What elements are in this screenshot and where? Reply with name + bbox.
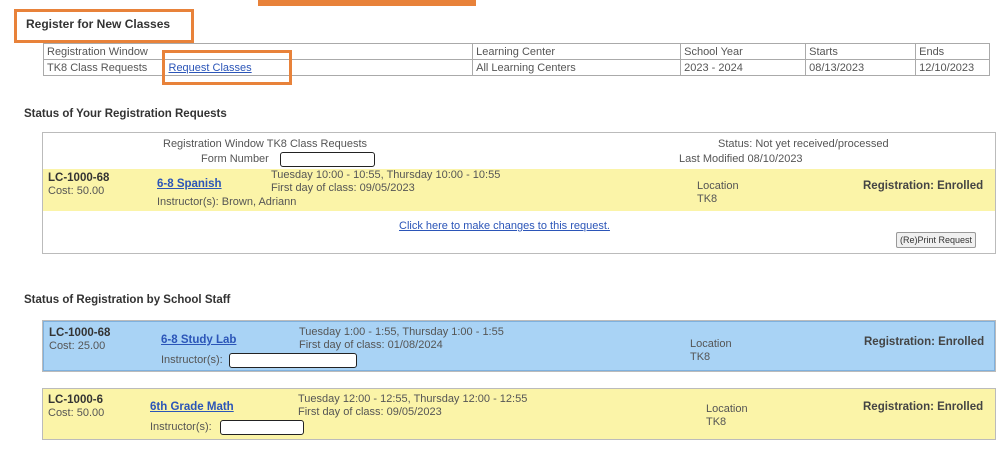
modified-value: 08/10/2023 [747, 153, 803, 165]
cell-center: All Learning Centers [472, 59, 682, 76]
class-cost: Cost: 50.00 [48, 185, 105, 197]
class-name-link[interactable]: 6th Grade Math [150, 401, 234, 413]
request-item-row: LC-1000-68 Cost: 50.00 6-8 Spanish Tuesd… [43, 169, 995, 211]
location-value: TK8 [706, 416, 727, 428]
highlight-strip [258, 0, 476, 6]
staff-panel-1: LC-1000-68 Cost: 25.00 6-8 Study Lab Tue… [42, 320, 996, 372]
page-title: Register for New Classes [26, 17, 171, 31]
redacted-form-number [280, 152, 375, 167]
location-label: Location [690, 338, 732, 350]
instructor-label: Instructor(s): [150, 421, 212, 433]
first-day: First day of class: 01/08/2024 [299, 339, 443, 351]
header-school-year: School Year [680, 43, 807, 60]
cell-year: 2023 - 2024 [680, 59, 807, 76]
modified-line: Last Modified 08/10/2023 [679, 153, 803, 165]
window-label: Registration Window TK8 Class Requests [163, 138, 367, 150]
header-starts: Starts [805, 43, 917, 60]
location-label: Location [697, 180, 739, 192]
class-name-link[interactable]: 6-8 Spanish [157, 178, 222, 190]
modified-label: Last Modified [679, 153, 745, 165]
requests-section-title: Status of Your Registration Requests [24, 108, 227, 120]
status-line: Status: Not yet received/processed [718, 138, 889, 150]
class-name-link[interactable]: 6-8 Study Lab [161, 334, 236, 346]
class-code: LC-1000-68 [49, 327, 111, 339]
request-panel: Registration Window TK8 Class Requests F… [42, 132, 996, 254]
status-value: Not yet received/processed [755, 138, 889, 150]
request-classes-highlight [162, 50, 292, 85]
header-learning-center: Learning Center [472, 43, 682, 60]
class-code: LC-1000-68 [48, 172, 110, 184]
cell-starts: 08/13/2023 [805, 59, 917, 76]
cell-window: TK8 Class Requests [43, 59, 166, 76]
registration-status: Registration: Enrolled [863, 180, 984, 192]
class-cost: Cost: 50.00 [48, 407, 105, 419]
form-number-label: Form Number [201, 153, 269, 165]
instructor-label: Instructor(s): [161, 354, 223, 366]
first-day: First day of class: 09/05/2023 [271, 182, 415, 194]
first-day: First day of class: 09/05/2023 [298, 406, 442, 418]
class-code: LC-1000-6 [48, 394, 103, 406]
change-request-link[interactable]: Click here to make changes to this reque… [399, 220, 610, 232]
class-schedule: Tuesday 1:00 - 1:55, Thursday 1:00 - 1:5… [299, 326, 504, 338]
staff-item-row: LC-1000-68 Cost: 25.00 6-8 Study Lab Tue… [43, 321, 995, 371]
class-schedule: Tuesday 12:00 - 12:55, Thursday 12:00 - … [298, 393, 528, 405]
class-cost: Cost: 25.00 [49, 340, 106, 352]
cell-ends: 12/10/2023 [915, 59, 990, 76]
window-label-text: Registration Window [163, 138, 264, 150]
header-ends: Ends [915, 43, 990, 60]
redacted-instructor [220, 420, 304, 435]
location-value: TK8 [697, 193, 718, 205]
reprint-request-button[interactable]: (Re)Print Request [896, 232, 977, 248]
location-value: TK8 [690, 351, 711, 363]
registration-status: Registration: Enrolled [864, 336, 985, 348]
staff-item-row: LC-1000-6 Cost: 50.00 6th Grade Math Tue… [43, 389, 995, 439]
location-label: Location [706, 403, 748, 415]
redacted-instructor [229, 353, 357, 368]
staff-panel-2: LC-1000-6 Cost: 50.00 6th Grade Math Tue… [42, 388, 996, 440]
staff-section-title: Status of Registration by School Staff [24, 294, 231, 306]
registration-status: Registration: Enrolled [863, 401, 984, 413]
class-schedule: Tuesday 10:00 - 10:55, Thursday 10:00 - … [271, 169, 501, 181]
window-value: TK8 Class Requests [266, 138, 367, 150]
status-label: Status [718, 138, 750, 150]
instructor: Instructor(s): Brown, Adriann [157, 196, 297, 208]
